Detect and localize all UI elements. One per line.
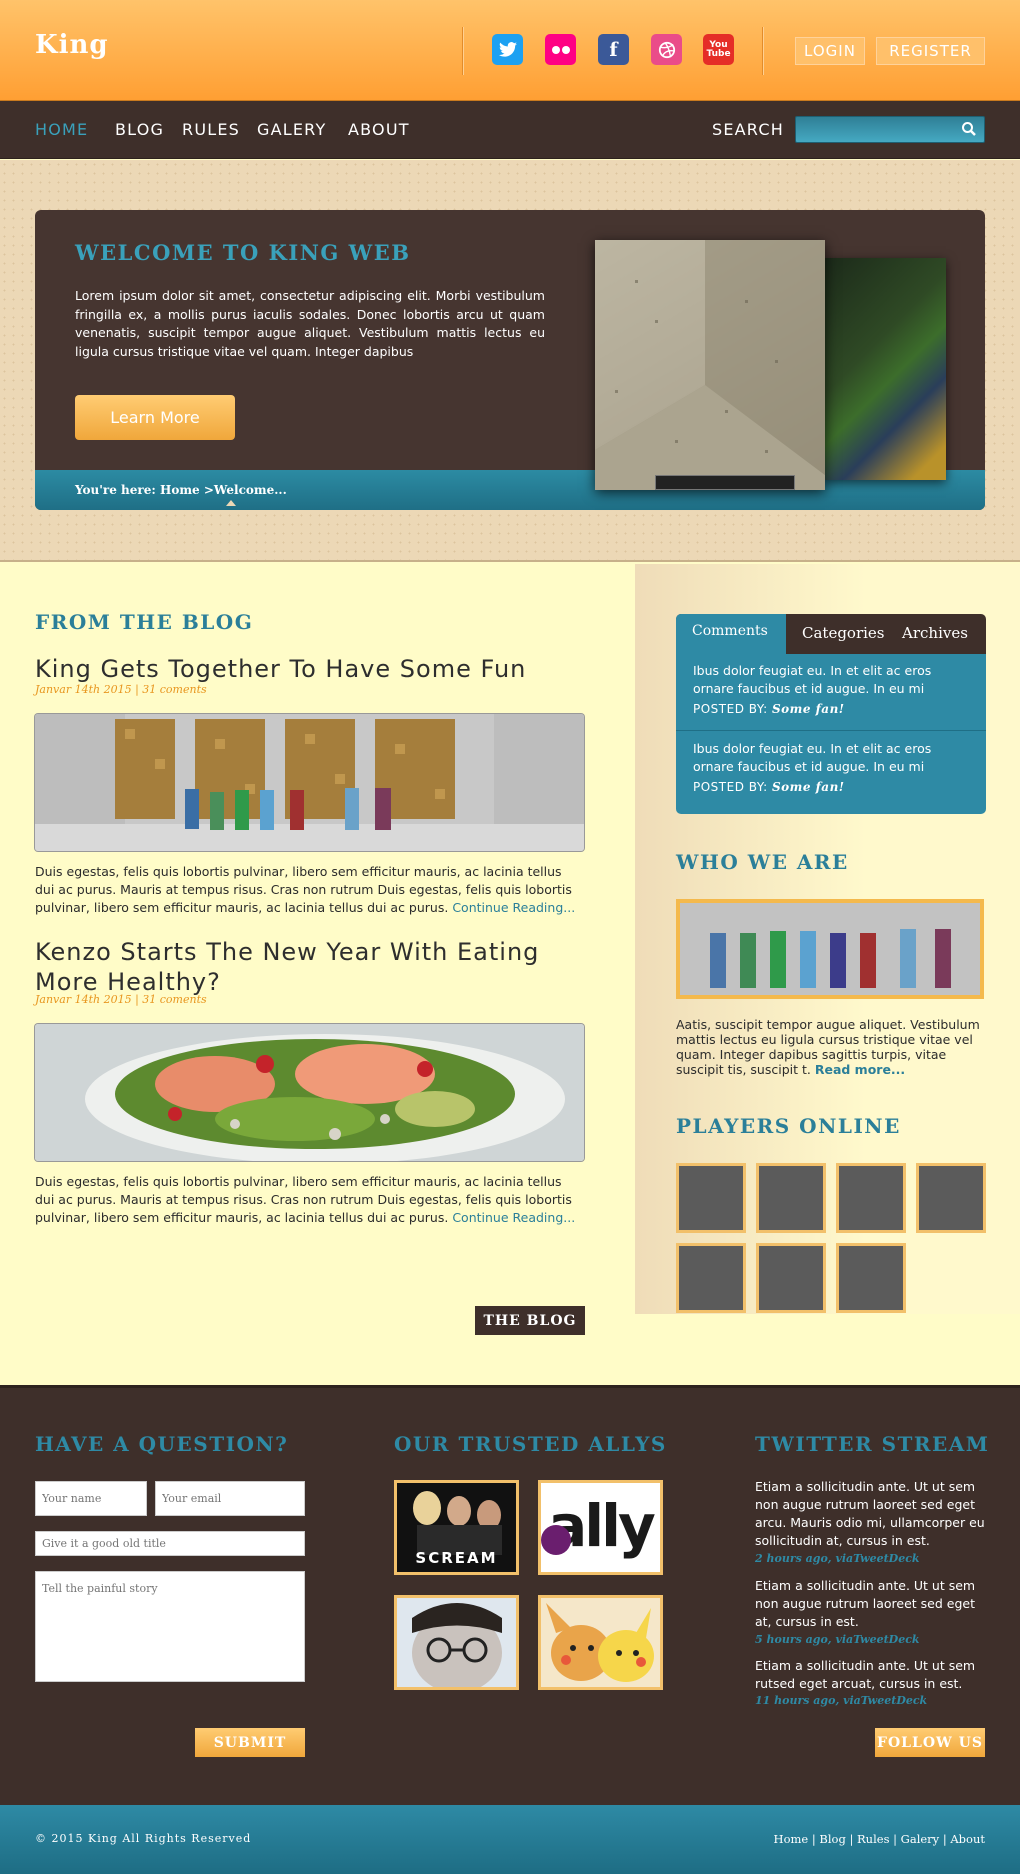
breadcrumb: You're here: Home >Welcome... <box>75 483 287 497</box>
comment-author: POSTED BY: Some fan! <box>693 702 845 716</box>
blog-section-title: FROM THE BLOG <box>35 610 254 634</box>
hero-title: WELCOME TO KING WEB <box>75 240 411 265</box>
title-field[interactable] <box>35 1531 305 1556</box>
author-name[interactable]: Some fan! <box>772 780 845 794</box>
author-name[interactable]: Some fan! <box>772 702 845 716</box>
game-hotbar <box>655 475 795 490</box>
dribbble-icon[interactable] <box>651 34 682 65</box>
posted-by-label: POSTED BY: <box>693 702 768 716</box>
post-image <box>35 714 584 851</box>
twitter-icon[interactable] <box>492 34 523 65</box>
ally-brand[interactable]: ally <box>538 1480 663 1575</box>
read-more-link[interactable]: Read more... <box>815 1062 905 1077</box>
login-button[interactable]: LOGIN <box>795 37 865 65</box>
ally-raichu[interactable] <box>538 1595 663 1690</box>
hero-screenshot-room <box>595 240 825 490</box>
footer-link-about[interactable]: About <box>950 1832 985 1846</box>
header-divider <box>462 27 463 75</box>
site-logo[interactable]: King <box>35 30 109 60</box>
follow-us-button[interactable]: FOLLOW US <box>875 1728 985 1757</box>
ally-movie[interactable] <box>394 1595 519 1690</box>
search-input[interactable] <box>795 116 985 143</box>
tweet-time[interactable]: 5 hours ago, viaTweetDeck <box>755 1633 920 1646</box>
footer-links: Home | Blog | Rules | Galery | About <box>773 1832 985 1846</box>
youtube-icon[interactable]: You Tube <box>703 34 734 65</box>
player-avatar[interactable] <box>836 1163 906 1233</box>
team-image <box>676 899 984 999</box>
tweet-text: Etiam a sollicitudin ante. Ut ut sem non… <box>755 1479 985 1548</box>
post-excerpt: Duis egestas, felis quis lobortis pulvin… <box>35 863 584 917</box>
the-blog-button[interactable]: THE BLOG <box>475 1306 585 1335</box>
ally-logo-mark <box>541 1525 571 1555</box>
who-we-are-text: Aatis, suscipit tempor augue aliquet. Ve… <box>676 1017 986 1077</box>
continue-reading-link[interactable]: Continue Reading... <box>452 900 575 915</box>
tweet-time[interactable]: 2 hours ago, viaTweetDeck <box>755 1552 920 1565</box>
players-online-title: PLAYERS ONLINE <box>676 1114 901 1138</box>
player-avatar[interactable] <box>756 1243 826 1313</box>
header-divider <box>762 27 763 75</box>
allys-title: OUR TRUSTED ALLYS <box>394 1432 667 1456</box>
footer-link-blog[interactable]: Blog <box>819 1832 845 1846</box>
nav-galery[interactable]: GALERY <box>257 120 326 139</box>
copyright: © 2015 King All Rights Reserved <box>35 1832 252 1845</box>
post-title[interactable]: King Gets Together To Have Some Fun <box>35 654 555 684</box>
ally-label: SCREAM <box>415 1549 498 1567</box>
facebook-icon[interactable]: f <box>598 34 629 65</box>
player-avatar[interactable] <box>676 1163 746 1233</box>
ally-scream[interactable]: SCREAM <box>394 1480 519 1575</box>
question-title: HAVE A QUESTION? <box>35 1432 289 1456</box>
hero-screenshot-night <box>823 258 946 480</box>
flickr-icon[interactable] <box>545 34 576 65</box>
nav-rules[interactable]: RULES <box>182 120 240 139</box>
footer-link-home[interactable]: Home <box>774 1832 809 1846</box>
comment-text: Ibus dolor feugiat eu. In et elit ac ero… <box>693 663 932 696</box>
comment-text: Ibus dolor feugiat eu. In et elit ac ero… <box>693 741 932 774</box>
posted-by-label: POSTED BY: <box>693 780 768 794</box>
player-avatar[interactable] <box>916 1163 986 1233</box>
twitter-stream-title: TWITTER STREAM <box>755 1432 990 1456</box>
nav-home[interactable]: HOME <box>35 120 88 139</box>
post-title[interactable]: Kenzo Starts The New Year With Eating Mo… <box>35 937 575 997</box>
search-label: SEARCH <box>712 120 784 139</box>
register-button[interactable]: REGISTER <box>876 37 985 65</box>
tweet-text: Etiam a sollicitudin ante. Ut ut sem non… <box>755 1578 976 1629</box>
post-excerpt: Duis egestas, felis quis lobortis pulvin… <box>35 1173 584 1227</box>
story-field[interactable] <box>35 1571 305 1682</box>
tab-categories[interactable]: Categories <box>802 624 885 642</box>
tab-comments-label[interactable]: Comments <box>692 623 768 639</box>
learn-more-button[interactable]: Learn More <box>75 395 235 440</box>
post-image <box>35 1024 584 1161</box>
hero-text: Lorem ipsum dolor sit amet, consectetur … <box>75 288 545 359</box>
name-field[interactable] <box>35 1481 147 1516</box>
player-avatar[interactable] <box>756 1163 826 1233</box>
submit-button[interactable]: SUBMIT <box>195 1728 305 1757</box>
tab-archives[interactable]: Archives <box>902 624 968 642</box>
nav-about[interactable]: ABOUT <box>348 120 410 139</box>
post-meta: Janvar 14th 2015 | 31 coments <box>35 993 207 1006</box>
footer-link-galery[interactable]: Galery <box>901 1832 940 1846</box>
breadcrumb-pointer <box>226 500 236 506</box>
player-avatar[interactable] <box>836 1243 906 1313</box>
tweet-text: Etiam a sollicitudin ante. Ut ut sem rut… <box>755 1658 976 1691</box>
tweet-time[interactable]: 11 hours ago, viaTweetDeck <box>755 1694 927 1707</box>
footer-link-rules[interactable]: Rules <box>857 1832 889 1846</box>
comment-author: POSTED BY: Some fan! <box>693 780 845 794</box>
nav-blog[interactable]: BLOG <box>115 120 164 139</box>
who-we-are-title: WHO WE ARE <box>676 850 849 874</box>
comment-divider <box>676 730 986 731</box>
email-field[interactable] <box>155 1481 305 1516</box>
player-avatar[interactable] <box>676 1243 746 1313</box>
continue-reading-link[interactable]: Continue Reading... <box>452 1210 575 1225</box>
search-icon[interactable] <box>961 121 977 141</box>
post-meta: Janvar 14th 2015 | 31 coments <box>35 683 207 696</box>
